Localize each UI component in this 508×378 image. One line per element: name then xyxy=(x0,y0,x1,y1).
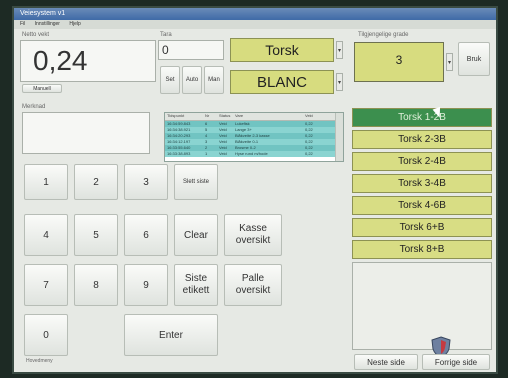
weight-display: 0,24 xyxy=(20,40,156,82)
previous-page-button[interactable]: Forrige side xyxy=(422,354,490,370)
cell-weight: 0,22 xyxy=(305,151,313,156)
tara-set-button[interactable]: Set xyxy=(160,66,180,94)
key-3[interactable]: 3 xyxy=(124,164,168,200)
crate-overview-label-1: Kasse xyxy=(239,223,267,234)
table-row[interactable]: 16:33:38.893 1 Veid Hyse rund m/hode 0,22 xyxy=(165,151,343,157)
manual-weight-button[interactable]: Manuell xyxy=(22,84,62,93)
tara-label: Tara xyxy=(160,32,172,38)
app-window: Veiesystem v1 Fil Innstillinger Hjelp Ne… xyxy=(14,8,496,372)
comment-label: Merknad xyxy=(22,104,46,110)
side-item-torsk-3-4b[interactable]: Torsk 3-4B xyxy=(352,174,492,193)
menu-item-settings[interactable]: Innstillinger xyxy=(35,21,60,27)
species-dropdown-arrow[interactable]: ▾ xyxy=(336,41,343,59)
cell-item: Hyse rund m/hode xyxy=(235,151,268,156)
enter-button[interactable]: Enter xyxy=(124,314,218,356)
key-4[interactable]: 4 xyxy=(24,214,68,256)
key-1[interactable]: 1 xyxy=(24,164,68,200)
log-col-weight[interactable]: Vekt xyxy=(305,113,325,120)
log-col-item[interactable]: Vare xyxy=(235,113,305,120)
side-item-torsk-1-2b[interactable]: Torsk 1-2B xyxy=(352,108,492,127)
crate-overview-button[interactable]: Kasse oversikt xyxy=(224,214,282,256)
log-col-status[interactable]: Status xyxy=(219,113,235,120)
side-item-torsk-6-b[interactable]: Torsk 6+B xyxy=(352,218,492,237)
menu-bar: Fil Innstillinger Hjelp xyxy=(14,20,496,29)
tara-auto-button[interactable]: Auto xyxy=(182,66,202,94)
next-page-button[interactable]: Neste side xyxy=(354,354,418,370)
side-item-torsk-8-b[interactable]: Torsk 8+B xyxy=(352,240,492,259)
cell-status: Veid xyxy=(219,151,227,156)
tara-input[interactable]: 0 xyxy=(158,40,224,60)
key-9[interactable]: 9 xyxy=(124,264,168,306)
code-dropdown-arrow[interactable]: ▾ xyxy=(336,73,343,91)
key-2[interactable]: 2 xyxy=(74,164,118,200)
pallet-overview-label-2: oversikt xyxy=(235,285,271,296)
last-label-label-1: Siste xyxy=(184,273,208,284)
comment-field[interactable] xyxy=(22,112,150,154)
use-grade-button[interactable]: Bruk xyxy=(458,42,490,76)
grade-select[interactable]: 3 xyxy=(354,42,444,82)
log-header: Tidspunkt Nr Status Vare Vekt xyxy=(165,113,343,121)
menu-item-help[interactable]: Hjelp xyxy=(69,21,80,27)
tara-manual-button[interactable]: Man xyxy=(204,66,224,94)
key-6[interactable]: 6 xyxy=(124,214,168,256)
product-code-select[interactable]: BLANC xyxy=(230,70,334,94)
log-col-nr[interactable]: Nr xyxy=(205,113,219,120)
window-title: Veiesystem v1 xyxy=(14,8,496,20)
clear-button[interactable]: Clear xyxy=(174,214,218,256)
cell-time: 16:33:38.893 xyxy=(167,151,191,156)
log-rows: 16:34:59.843 6 Veid Lukefisk 0,22 16:34:38.9… xyxy=(165,121,343,157)
key-0[interactable]: 0 xyxy=(24,314,68,356)
weighing-log[interactable]: Tidspunkt Nr Status Vare Vekt 16:34:59.8… xyxy=(164,112,344,162)
log-scrollbar[interactable] xyxy=(335,113,343,161)
pallet-overview-button[interactable]: Palle oversikt xyxy=(224,264,282,306)
last-label-button[interactable]: Siste etikett xyxy=(174,264,218,306)
side-list-empty-area xyxy=(352,262,492,350)
cell-nr: 1 xyxy=(205,151,208,156)
key-5[interactable]: 5 xyxy=(74,214,118,256)
main-menu-label[interactable]: Hovedmeny xyxy=(26,358,53,364)
key-8[interactable]: 8 xyxy=(74,264,118,306)
species-select[interactable]: Torsk xyxy=(230,38,334,62)
log-col-time[interactable]: Tidspunkt xyxy=(165,113,205,120)
delete-last-button[interactable]: Slett siste xyxy=(174,164,218,200)
side-item-torsk-4-6b[interactable]: Torsk 4-6B xyxy=(352,196,492,215)
menu-item-file[interactable]: Fil xyxy=(20,21,25,27)
last-label-label-2: etikett xyxy=(182,285,210,296)
pallet-overview-label-1: Palle xyxy=(241,273,265,284)
side-item-torsk-2-3b[interactable]: Torsk 2-3B xyxy=(352,130,492,149)
weight-label: Netto vekt xyxy=(22,32,50,38)
grades-label: Tilgjengelige grade xyxy=(358,32,409,38)
side-item-torsk-2-4b[interactable]: Torsk 2-4B xyxy=(352,152,492,171)
grade-dropdown-arrow[interactable]: ▾ xyxy=(446,53,453,71)
key-7[interactable]: 7 xyxy=(24,264,68,306)
crate-overview-label-2: oversikt xyxy=(235,235,271,246)
